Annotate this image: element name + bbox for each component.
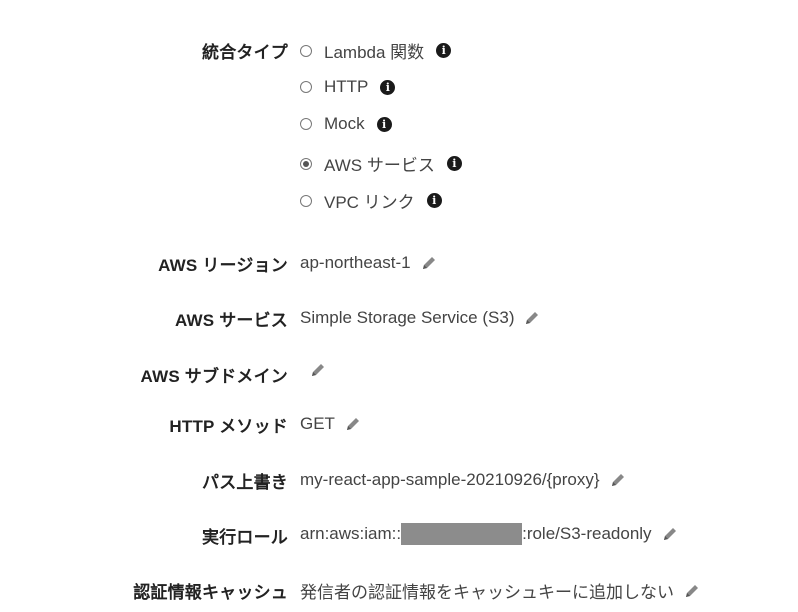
radio-button-selected[interactable] xyxy=(300,157,312,170)
radio-label: AWS サービス xyxy=(324,156,435,175)
pencil-icon[interactable] xyxy=(524,310,540,326)
integration-type-label: 統合タイプ xyxy=(202,43,288,62)
radio-button[interactable] xyxy=(300,81,312,93)
http-method-label: HTTP メソッド xyxy=(169,417,288,436)
info-icon[interactable]: i xyxy=(446,156,462,171)
pencil-icon[interactable] xyxy=(345,416,361,432)
aws-region-value: ap-northeast-1 xyxy=(300,253,437,273)
radio-option-mock[interactable]: Mock i xyxy=(300,114,392,134)
pencil-icon[interactable] xyxy=(684,583,700,599)
redacted-account-id xyxy=(401,523,523,545)
info-icon[interactable]: i xyxy=(436,43,452,58)
aws-subdomain-label: AWS サブドメイン xyxy=(140,367,288,386)
http-method-text: GET xyxy=(300,414,335,433)
aws-service-label: AWS サービス xyxy=(174,311,288,330)
execution-role-value: arn:aws:iam:: :role/S3-readonly xyxy=(300,523,678,545)
execution-role-label: 実行ロール xyxy=(202,528,288,547)
execution-role-suffix: :role/S3-readonly xyxy=(522,524,652,543)
aws-subdomain-value xyxy=(300,362,326,378)
radio-label: Lambda 関数 xyxy=(324,43,425,62)
aws-region-label: AWS リージョン xyxy=(158,256,288,275)
radio-button[interactable] xyxy=(300,44,312,57)
radio-option-vpc-link[interactable]: VPC リンク i xyxy=(300,188,442,213)
pencil-icon[interactable] xyxy=(310,362,326,378)
credentials-cache-text: 発信者の認証情報をキャッシュキーに追加しない xyxy=(300,583,674,602)
aws-service-text: Simple Storage Service (S3) xyxy=(300,308,515,327)
radio-option-lambda[interactable]: Lambda 関数 i xyxy=(300,38,452,63)
radio-option-http[interactable]: HTTP i xyxy=(300,77,396,97)
http-method-value: GET xyxy=(300,414,361,434)
aws-region-text: ap-northeast-1 xyxy=(300,253,411,272)
path-override-text: my-react-app-sample-20210926/{proxy} xyxy=(300,470,600,489)
radio-option-aws-service[interactable]: AWS サービス i xyxy=(300,151,462,176)
radio-label: HTTP xyxy=(324,77,369,96)
aws-service-value: Simple Storage Service (S3) xyxy=(300,308,540,328)
pencil-icon[interactable] xyxy=(421,255,437,271)
radio-label: Mock xyxy=(324,114,365,133)
info-icon[interactable]: i xyxy=(380,79,396,95)
pencil-icon[interactable] xyxy=(610,472,626,488)
path-override-value: my-react-app-sample-20210926/{proxy} xyxy=(300,470,626,490)
radio-button[interactable] xyxy=(300,118,312,130)
info-icon[interactable]: i xyxy=(426,193,442,208)
path-override-label: パス上書き xyxy=(202,473,288,492)
radio-label: VPC リンク xyxy=(324,193,415,212)
pencil-icon[interactable] xyxy=(662,526,678,542)
radio-button[interactable] xyxy=(300,194,312,207)
info-icon[interactable]: i xyxy=(376,116,392,132)
credentials-cache-value: 発信者の認証情報をキャッシュキーに追加しない xyxy=(300,578,700,603)
credentials-cache-label: 認証情報キャッシュ xyxy=(133,583,288,602)
execution-role-prefix: arn:aws:iam:: xyxy=(300,524,402,543)
